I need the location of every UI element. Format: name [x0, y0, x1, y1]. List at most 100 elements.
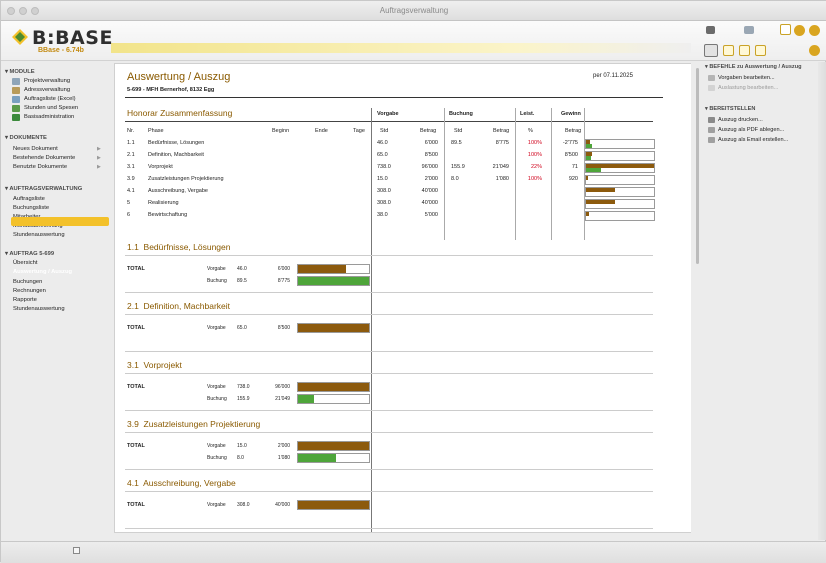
- side-drawer-edge[interactable]: [818, 62, 826, 540]
- detail-total-label: TOTAL: [127, 443, 145, 449]
- detail-std: 8.0: [237, 455, 244, 461]
- auszug-drucken-button[interactable]: Auszug drucken...: [718, 117, 763, 123]
- sidebar-item-buchungsliste[interactable]: Buchungsliste: [13, 205, 49, 211]
- report-subtitle: 5-699 - MFH Bernerhof, 8132 Egg: [127, 87, 215, 93]
- report-title: Auswertung / Auszug: [127, 71, 231, 83]
- buchung-bar: [586, 168, 601, 172]
- detail-section-title: 2.1 Definition, Machbarkeit: [127, 301, 230, 311]
- sidebar-item-rapporte[interactable]: Rapporte: [13, 297, 37, 303]
- printer-icon[interactable]: [706, 26, 715, 34]
- detail-section-title: 3.1 Vorprojekt: [127, 360, 182, 370]
- sidebar-item-stunden-spesen[interactable]: Stunden und Spesen: [24, 105, 78, 111]
- vorgabe-bar: [586, 176, 588, 180]
- cell-gewinn: -2'775: [562, 140, 578, 146]
- sidebar-item-buchungen[interactable]: Buchungen: [13, 279, 42, 285]
- detail-total-label: TOTAL: [127, 502, 145, 508]
- settings-gear-icon[interactable]: [809, 25, 820, 36]
- detail-bar: [298, 501, 369, 509]
- detail-betrag: 21'049: [275, 396, 290, 402]
- detail-std: 308.0: [237, 502, 250, 508]
- detail-bar: [298, 265, 347, 273]
- detail-section-title: 3.9 Zusatzleistungen Projektierung: [127, 419, 261, 429]
- sidebar-item-stundenauswertung[interactable]: Stundenauswertung: [13, 232, 65, 238]
- invoice-doc-icon[interactable]: [739, 45, 750, 56]
- cell-nr: 2.1: [127, 152, 135, 158]
- report-doc-icon[interactable]: [723, 45, 734, 56]
- detail-label: Vorgabe: [207, 502, 226, 508]
- sidebar-item-uebersicht[interactable]: Übersicht: [13, 260, 37, 266]
- column-divider: [584, 108, 585, 240]
- cell-v_betrag: 2'000: [424, 176, 438, 182]
- list-doc-icon[interactable]: [755, 45, 766, 56]
- document-icon[interactable]: [780, 24, 791, 35]
- banner-stripe: [111, 43, 691, 53]
- app-window: Auftragsverwaltung B:BASE BBase - 6.74b …: [0, 0, 826, 563]
- detail-label: Vorgabe: [207, 325, 226, 331]
- sidebar-section-auftragsverwaltung[interactable]: ▾ AUFTRAGSVERWALTUNG: [5, 186, 82, 192]
- column-divider: [551, 108, 552, 240]
- sidebar-item-auftragsliste-excel[interactable]: Auftragsliste (Excel): [24, 96, 76, 102]
- detail-section-rule: [125, 528, 653, 529]
- detail-section-title: 1.1 Bedürfnisse, Lösungen: [127, 242, 231, 252]
- sidebar-item-benutzte-dokumente[interactable]: Benutzte Dokumente: [13, 164, 67, 170]
- submenu-arrow-icon: ▶: [97, 146, 101, 152]
- cell-pct: 22%: [530, 164, 542, 170]
- edit-icon: [708, 85, 715, 91]
- sidebar-item-adressverwaltung[interactable]: Adressverwaltung: [24, 87, 70, 93]
- cell-nr: 3.9: [127, 176, 135, 182]
- sidebar-item-neues-dokument[interactable]: Neues Dokument: [13, 146, 58, 152]
- detail-label: Vorgabe: [207, 384, 226, 390]
- col-header-betrag-gewinn: Betrag: [565, 128, 582, 134]
- sidebar-toggle-icon[interactable]: [73, 547, 80, 554]
- col-header-pct: %: [528, 128, 533, 134]
- logo-text: B:BASE: [32, 27, 113, 49]
- report-view[interactable]: Auswertung / Auszug per 07.11.2025 5-699…: [114, 63, 692, 533]
- scrollbar-thumb[interactable]: [696, 68, 699, 264]
- detail-bar: [298, 324, 369, 332]
- detail-bar: [298, 395, 314, 403]
- auszug-email-button[interactable]: Auszug als Email erstellen...: [718, 137, 788, 143]
- sidebar-section-module[interactable]: ▾ MODULE: [5, 69, 35, 75]
- sidebar-item-rechnungen[interactable]: Rechnungen: [13, 288, 46, 294]
- auslastung-bearbeiten-button[interactable]: Auslastung bearbeiten...: [718, 85, 778, 91]
- email-icon: [708, 137, 715, 143]
- detail-section-rule: [125, 292, 653, 293]
- sidebar-item-bestehende-dokumente[interactable]: Bestehende Dokumente: [13, 155, 75, 161]
- sidebar-item-stundenauswertung-auftrag[interactable]: Stundenauswertung: [13, 306, 65, 312]
- detail-betrag: 96'000: [275, 384, 290, 390]
- sidebar-item-projektverwaltung[interactable]: Projektverwaltung: [24, 78, 70, 84]
- hammer-tool-icon[interactable]: [704, 44, 718, 57]
- detail-section-rule: [125, 410, 653, 411]
- cell-phase: Ausschreibung, Vergabe: [148, 188, 208, 194]
- vorgaben-bearbeiten-button[interactable]: Vorgaben bearbeiten...: [718, 75, 775, 81]
- col-header-beginn: Beginn: [272, 128, 290, 134]
- col-header-nr: Nr.: [127, 128, 135, 134]
- panel-section-befehle[interactable]: ▾ BEFEHLE zu Auswertung / Auszug: [705, 64, 802, 70]
- order-list-icon: [12, 96, 20, 103]
- sidebar-item-auswertung-auszug[interactable]: Auswertung / Auszug: [13, 269, 72, 275]
- detail-std: 15.0: [237, 443, 247, 449]
- sidebar-item-auftragsliste[interactable]: Auftragsliste: [13, 196, 45, 202]
- cell-v_std: 38.0: [377, 212, 388, 218]
- gears-icon[interactable]: [809, 45, 820, 56]
- report-date: per 07.11.2025: [593, 73, 633, 79]
- monitor-icon[interactable]: [744, 26, 754, 34]
- cell-v_std: 738.0: [377, 164, 391, 170]
- sidebar-section-dokumente[interactable]: ▾ DOKUMENTE: [5, 135, 47, 141]
- cell-phase: Definition, Machbarkeit: [148, 152, 204, 158]
- cell-v_std: 65.0: [377, 152, 388, 158]
- detail-betrag: 2'000: [277, 443, 290, 449]
- cell-v_betrag: 8'500: [424, 152, 438, 158]
- vorgabe-bar: [586, 200, 615, 204]
- cell-gewinn: 71: [571, 164, 578, 170]
- auszug-pdf-button[interactable]: Auszug als PDF ablegen...: [718, 127, 784, 133]
- panel-section-bereitstellen[interactable]: ▾ BEREITSTELLEN: [705, 106, 755, 112]
- cell-v_std: 46.0: [377, 140, 388, 146]
- sidebar-item-basisadministration[interactable]: Basisadministration: [24, 114, 74, 120]
- app-version: BBase - 6.74b: [38, 47, 84, 54]
- col-header-tage: Tage: [353, 128, 365, 134]
- cell-nr: 6: [127, 212, 131, 218]
- tools-icon[interactable]: [794, 25, 805, 36]
- detail-label: Vorgabe: [207, 443, 226, 449]
- sidebar-section-auftrag[interactable]: ▾ AUFTRAG 5-699: [5, 251, 54, 257]
